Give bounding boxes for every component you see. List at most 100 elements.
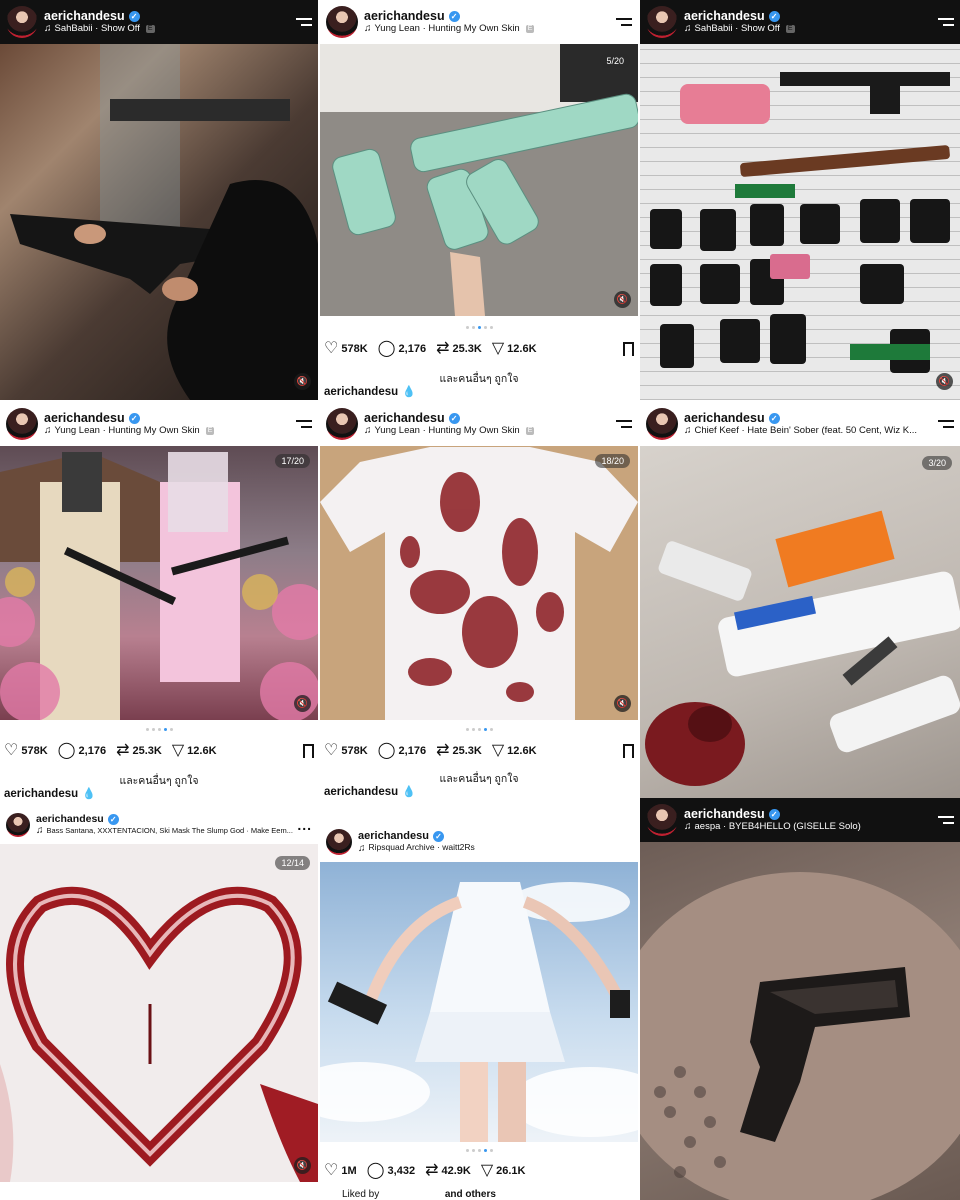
verified-badge-icon: ✓ bbox=[128, 412, 140, 424]
song-title[interactable]: Yung Lean · Hunting My Own Skin bbox=[55, 425, 200, 437]
comment-icon: ◯ bbox=[366, 1162, 385, 1179]
post-media[interactable]: 🔇 bbox=[640, 44, 960, 400]
menu-icon[interactable] bbox=[936, 18, 954, 26]
repost-icon: ⇄ bbox=[425, 1162, 439, 1179]
avatar[interactable] bbox=[6, 408, 38, 440]
post-header: aerichandesu ✓ ♫ SahBabii · Show Off E bbox=[640, 0, 960, 44]
mute-icon[interactable]: 🔇 bbox=[294, 1157, 311, 1174]
song-title[interactable]: Chief Keef · Hate Bein' Sober (feat. 50 … bbox=[695, 425, 918, 437]
like-count: 578K bbox=[341, 343, 368, 355]
heart-icon: ♡ bbox=[4, 742, 19, 759]
username[interactable]: aerichandesu bbox=[44, 9, 125, 23]
music-note-icon: ♫ bbox=[364, 23, 372, 35]
avatar[interactable] bbox=[326, 829, 352, 855]
menu-icon[interactable] bbox=[936, 420, 954, 428]
song-title[interactable]: SahBabii · Show Off bbox=[55, 23, 140, 35]
like-button[interactable]: ♡ 1M bbox=[324, 1163, 357, 1179]
bookmark-icon[interactable] bbox=[303, 744, 314, 760]
menu-icon[interactable] bbox=[936, 816, 954, 824]
repost-button[interactable]: ⇄ 25.3K bbox=[436, 743, 482, 759]
avatar[interactable] bbox=[6, 6, 38, 38]
menu-icon[interactable] bbox=[294, 18, 312, 26]
like-button[interactable]: ♡ 578K bbox=[324, 743, 368, 759]
comment-button[interactable]: ◯ 3,432 bbox=[367, 1163, 415, 1179]
username[interactable]: aerichandesu bbox=[684, 9, 765, 23]
mute-icon[interactable]: 🔇 bbox=[614, 695, 631, 712]
share-button[interactable]: ▽ 12.6K bbox=[172, 743, 217, 759]
verified-badge-icon: ✓ bbox=[768, 412, 780, 424]
mute-icon[interactable]: 🔇 bbox=[294, 695, 311, 712]
avatar[interactable] bbox=[326, 408, 358, 440]
comment-icon: ◯ bbox=[377, 340, 396, 357]
share-button[interactable]: ▽ 12.6K bbox=[492, 743, 537, 759]
post-media[interactable]: 17/20 🔇 bbox=[0, 442, 318, 722]
post-tile-1: aerichandesu ✓ ♫ SahBabii · Show Off E 🔇 bbox=[0, 0, 318, 400]
share-button[interactable]: ▽ 26.1K bbox=[481, 1163, 526, 1179]
heart-icon: ♡ bbox=[324, 1162, 339, 1179]
song-title[interactable]: Yung Lean · Hunting My Own Skin bbox=[375, 425, 520, 437]
comment-button[interactable]: ◯ 2,176 bbox=[58, 743, 106, 759]
username[interactable]: aerichandesu bbox=[684, 411, 765, 425]
mute-icon[interactable]: 🔇 bbox=[614, 291, 631, 308]
like-button[interactable]: ♡ 578K bbox=[324, 341, 368, 357]
post-tile-6: aerichandesu ✓ ♫ Chief Keef · Hate Bein' S… bbox=[640, 402, 960, 798]
avatar[interactable] bbox=[326, 6, 358, 38]
comment-icon: ◯ bbox=[377, 742, 396, 759]
mute-icon[interactable]: 🔇 bbox=[936, 373, 953, 390]
username[interactable]: aerichandesu bbox=[358, 830, 429, 843]
post-tile-8: aerichandesu ✓ ♫ Ripsquad Archive · waitt2… bbox=[320, 822, 638, 1200]
song-title[interactable]: Yung Lean · Hunting My Own Skin bbox=[375, 23, 520, 35]
post-tile-5: aerichandesu ✓ ♫ Yung Lean · Hunting My Ow… bbox=[320, 402, 638, 802]
avatar[interactable] bbox=[646, 408, 678, 440]
mute-icon[interactable]: 🔇 bbox=[294, 373, 311, 390]
carousel-dots bbox=[320, 326, 638, 329]
action-bar: ♡ 578K ◯ 2,176 ⇄ 25.3K ▽ 12.6K bbox=[0, 740, 318, 762]
caption-username[interactable]: aerichandesu bbox=[324, 786, 398, 798]
song-title[interactable]: aespa · BYEB4HELLO (GISELLE Solo) bbox=[695, 821, 861, 833]
post-media[interactable]: 🔇 bbox=[0, 44, 318, 400]
repost-button[interactable]: ⇄ 42.9K bbox=[425, 1163, 471, 1179]
post-media[interactable] bbox=[640, 842, 960, 1200]
menu-icon[interactable] bbox=[614, 420, 632, 428]
post-media[interactable] bbox=[320, 862, 638, 1142]
caption-username[interactable]: aerichandesu bbox=[324, 386, 398, 398]
post-media[interactable]: 12/14 🔇 bbox=[0, 844, 318, 1182]
comment-button[interactable]: ◯ 2,176 bbox=[378, 743, 426, 759]
masked-couple-photo bbox=[0, 452, 318, 722]
arizona-cans-photo bbox=[320, 42, 638, 316]
menu-icon[interactable] bbox=[294, 420, 312, 428]
username[interactable]: aerichandesu bbox=[36, 813, 104, 825]
carousel-dots bbox=[0, 728, 318, 731]
song-title[interactable]: SahBabii · Show Off bbox=[695, 23, 780, 35]
girl-with-uzi-render bbox=[320, 882, 638, 1142]
username[interactable]: aerichandesu bbox=[44, 411, 125, 425]
post-header: aerichandesu ✓ ♫ Yung Lean · Hunting My Ow… bbox=[320, 0, 638, 44]
username[interactable]: aerichandesu bbox=[364, 411, 445, 425]
post-media[interactable]: 3/20 bbox=[640, 444, 960, 798]
avatar[interactable] bbox=[646, 6, 678, 38]
menu-icon[interactable] bbox=[614, 18, 632, 26]
repost-count: 25.3K bbox=[452, 343, 482, 355]
music-note-icon: ♫ bbox=[44, 425, 52, 437]
song-title[interactable]: Ripsquad Archive · waitt2Rs bbox=[369, 843, 475, 853]
share-count: 26.1K bbox=[496, 1165, 526, 1177]
like-count: 1M bbox=[341, 1165, 357, 1177]
share-count: 12.6K bbox=[507, 343, 537, 355]
share-button[interactable]: ▽ 12.6K bbox=[492, 341, 537, 357]
caption-username[interactable]: aerichandesu bbox=[4, 788, 78, 800]
song-title[interactable]: Bass Santana, XXXTENTACION, Ski Mask The… bbox=[47, 826, 293, 836]
bookmark-icon[interactable] bbox=[623, 744, 634, 760]
more-options-icon[interactable]: ... bbox=[297, 817, 312, 833]
slide-counter: 3/20 bbox=[922, 456, 952, 470]
repost-button[interactable]: ⇄ 25.3K bbox=[436, 341, 482, 357]
post-media[interactable]: 5/20 🔇 bbox=[320, 42, 638, 316]
bookmark-icon[interactable] bbox=[623, 342, 634, 358]
post-media[interactable]: 18/20 🔇 bbox=[320, 442, 638, 720]
like-button[interactable]: ♡ 578K bbox=[4, 743, 48, 759]
comment-button[interactable]: ◯ 2,176 bbox=[378, 341, 426, 357]
username[interactable]: aerichandesu bbox=[684, 807, 765, 821]
repost-button[interactable]: ⇄ 25.3K bbox=[116, 743, 162, 759]
avatar[interactable] bbox=[646, 804, 678, 836]
avatar[interactable] bbox=[6, 813, 30, 837]
username[interactable]: aerichandesu bbox=[364, 9, 445, 23]
